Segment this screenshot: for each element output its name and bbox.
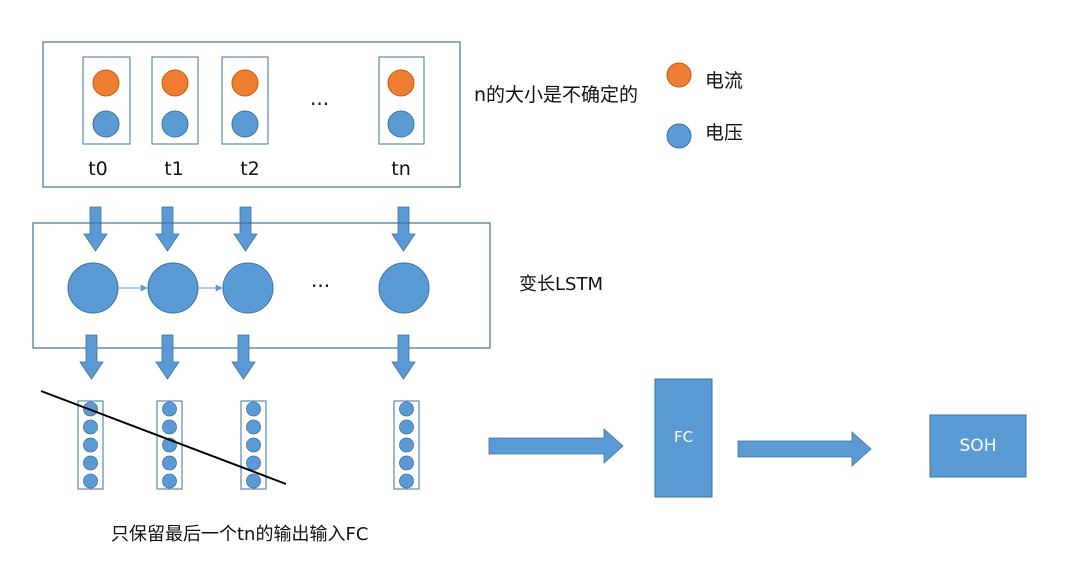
lstm-cell-tn xyxy=(378,262,430,314)
fc-label: FC xyxy=(673,428,694,446)
current-node-t2 xyxy=(231,69,259,97)
time-label-t2: t2 xyxy=(240,158,260,180)
lstm-ellipsis: ... xyxy=(311,268,331,292)
down-arrow-t2-lower xyxy=(231,334,256,380)
voltage-node-t0 xyxy=(92,110,120,138)
down-arrow-t1-lower xyxy=(155,334,180,380)
lstm-cell-t0 xyxy=(67,262,119,314)
output-vector-t1 xyxy=(156,400,183,490)
voltage-node-t1 xyxy=(161,110,189,138)
legend-voltage-swatch xyxy=(666,123,692,149)
legend-current-label: 电流 xyxy=(705,70,744,92)
legend-voltage-label: 电压 xyxy=(705,122,744,144)
down-arrow-tn-lower xyxy=(391,334,416,380)
output-vector-tn xyxy=(393,400,420,490)
right-arrow-to-soh xyxy=(737,431,872,467)
voltage-node-tn xyxy=(387,110,415,138)
legend-current-swatch xyxy=(666,62,692,88)
down-arrows-lstm-to-output xyxy=(79,334,416,380)
top-ellipsis: ... xyxy=(310,86,330,110)
diagram-canvas: t0 t1 t2 tn ... ... n的大小是不确定的 电流 电压 变长LS… xyxy=(0,0,1067,567)
voltage-node-t2 xyxy=(231,110,259,138)
lstm-label: 变长LSTM xyxy=(519,274,603,295)
current-node-tn xyxy=(387,69,415,97)
time-label-t0: t0 xyxy=(88,158,108,180)
down-arrow-tn-upper xyxy=(391,206,416,252)
lstm-cell-t2 xyxy=(222,262,274,314)
output-vector-t0 xyxy=(77,400,104,490)
down-arrow-t0-upper xyxy=(83,206,108,252)
time-label-tn: tn xyxy=(391,158,411,180)
current-node-t0 xyxy=(92,69,120,97)
down-arrow-t2-upper xyxy=(233,206,258,252)
down-arrows-input-to-lstm xyxy=(83,206,416,252)
lstm-cell-t1 xyxy=(147,262,199,314)
down-arrow-t0-lower xyxy=(79,334,104,380)
bottom-note: 只保留最后一个tn的输出输入FC xyxy=(111,524,369,545)
current-node-t1 xyxy=(161,69,189,97)
time-label-t1: t1 xyxy=(164,158,184,180)
soh-label: SOH xyxy=(959,436,997,456)
right-arrow-to-fc xyxy=(488,428,624,464)
sequence-length-note: n的大小是不确定的 xyxy=(474,84,639,106)
down-arrow-t1-upper xyxy=(155,206,180,252)
